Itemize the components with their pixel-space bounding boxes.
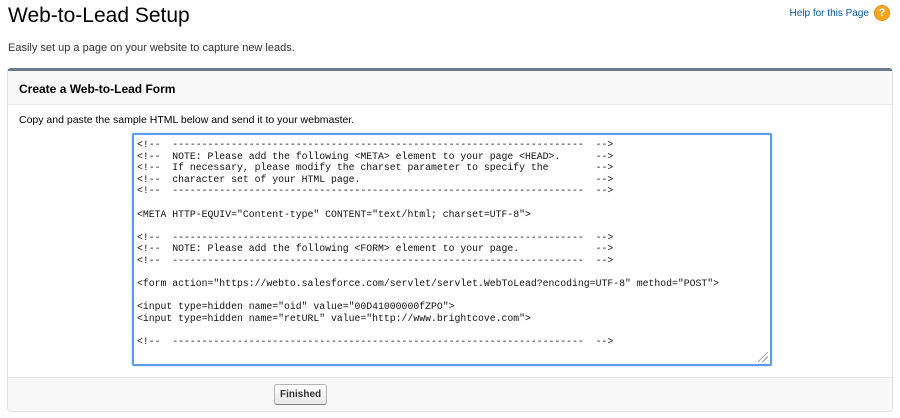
finished-button[interactable]: Finished [274,384,328,405]
panel-title: Create a Web-to-Lead Form [19,82,176,96]
page-title: Web-to-Lead Setup [8,4,190,27]
page-description: Easily set up a page on your website to … [8,42,295,54]
help-link[interactable]: Help for this Page ? [790,5,890,21]
question-mark-icon[interactable]: ? [874,5,890,21]
web-to-lead-panel: Create a Web-to-Lead Form Copy and paste… [7,68,893,412]
resize-handle-icon[interactable] [758,352,768,362]
panel-body: Copy and paste the sample HTML below and… [8,105,892,377]
panel-footer: Finished [8,377,892,410]
panel-header: Create a Web-to-Lead Form [8,71,892,105]
help-link-label[interactable]: Help for this Page [790,8,870,19]
instructions-text: Copy and paste the sample HTML below and… [19,114,355,126]
generated-html-textarea[interactable]: <!-- -----------------------------------… [132,133,772,366]
